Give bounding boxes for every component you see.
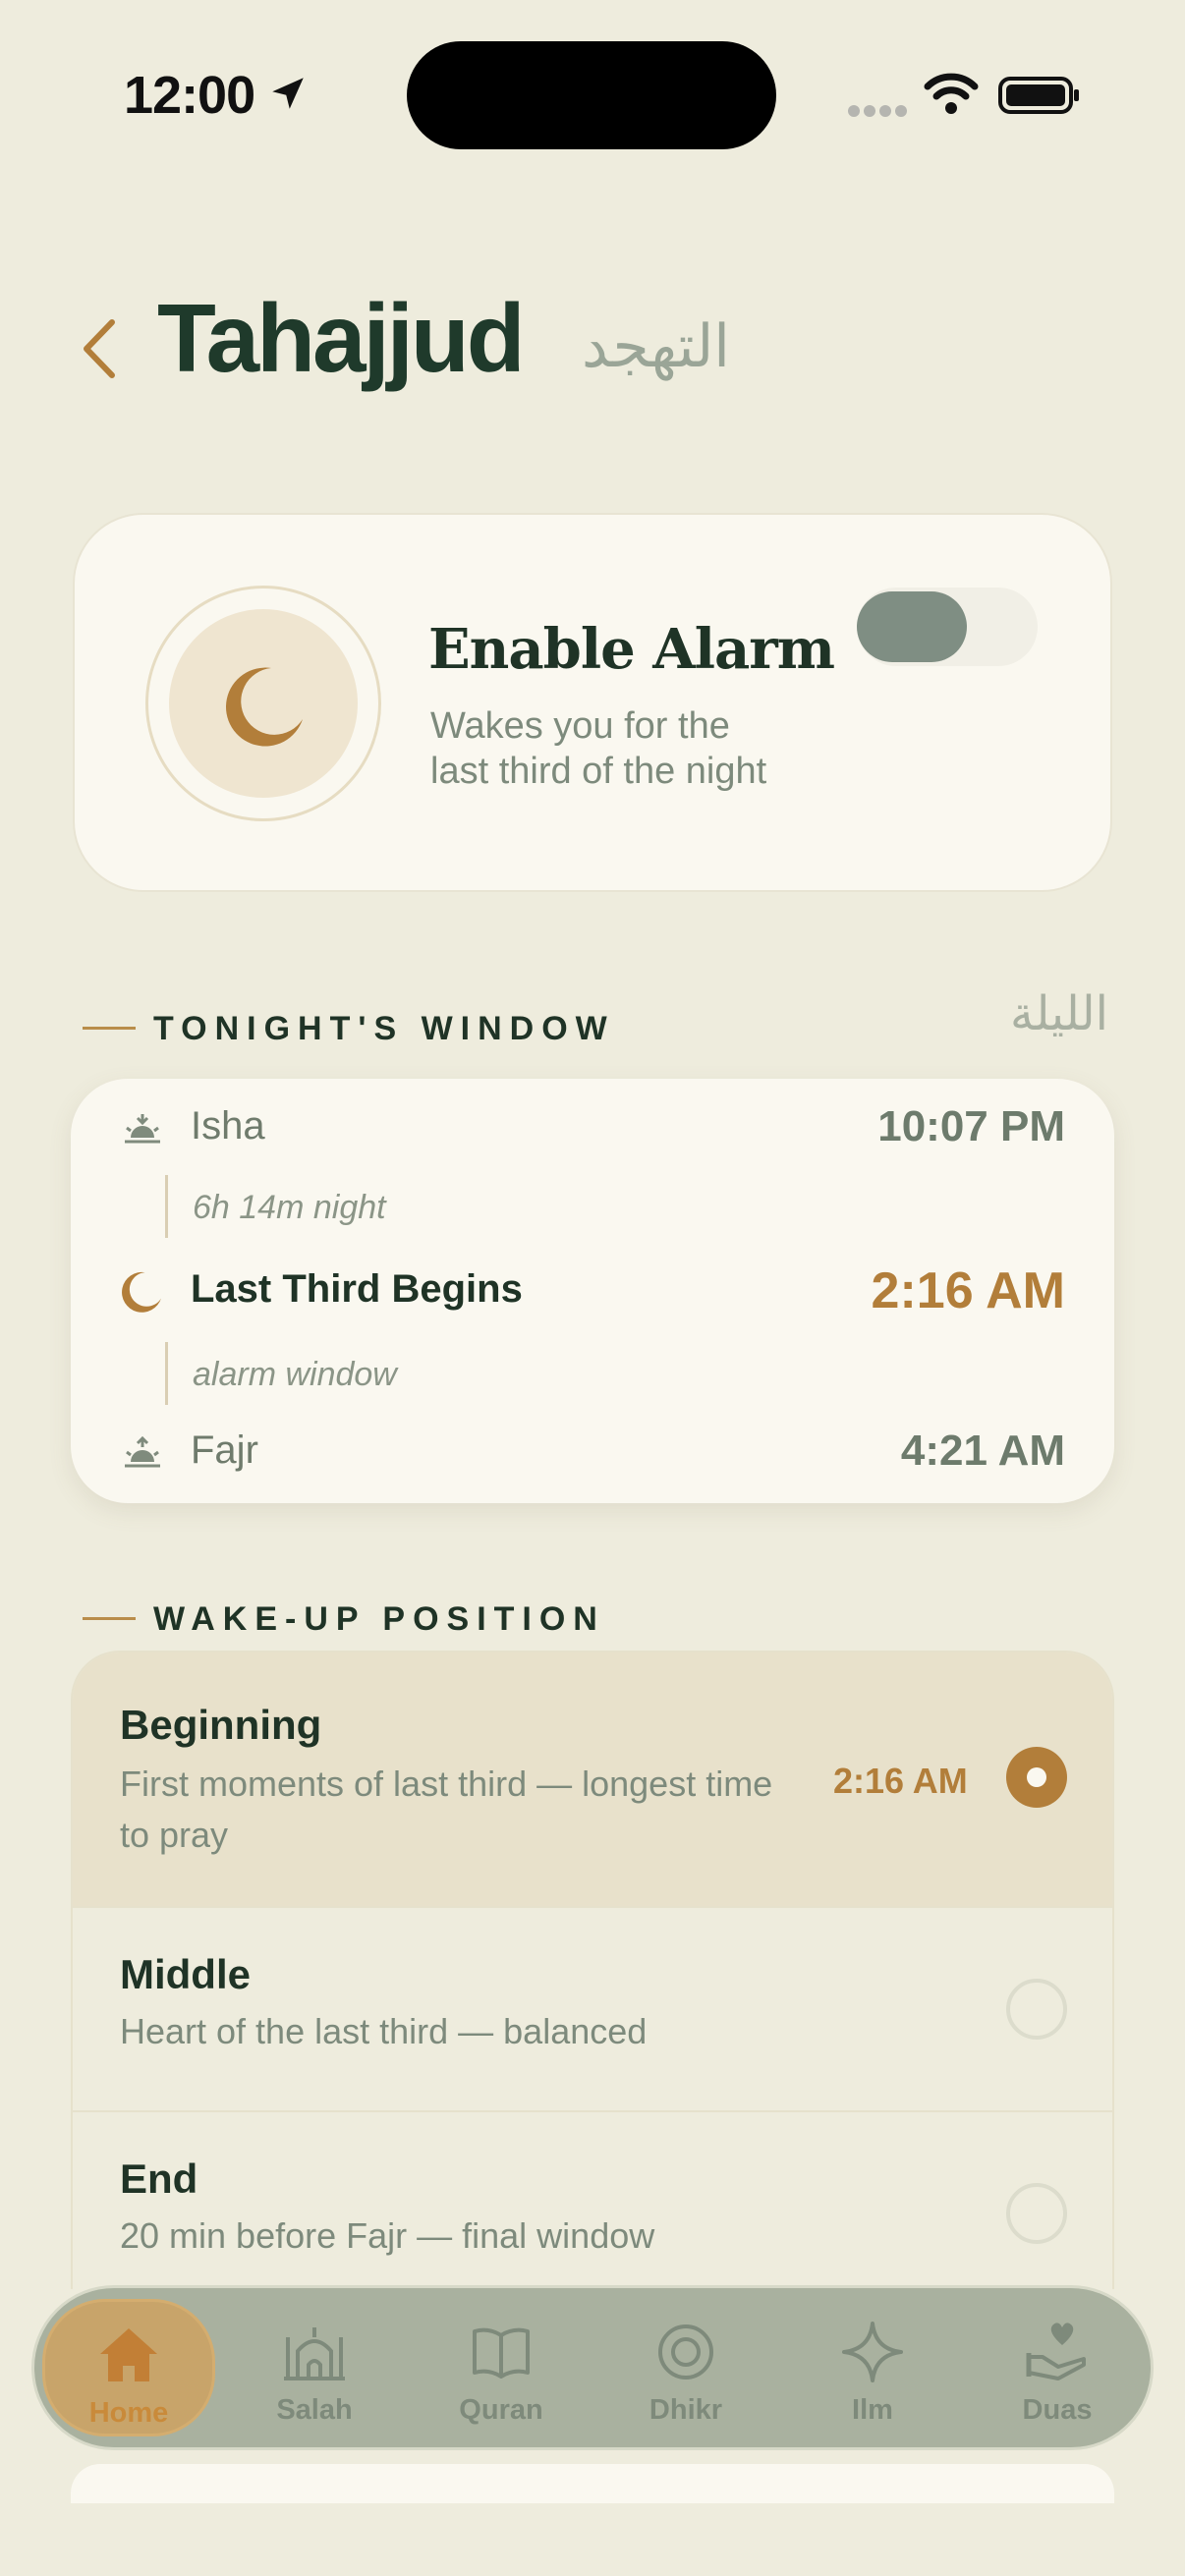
target-icon bbox=[658, 2324, 713, 2380]
page-title: Tahajjud bbox=[157, 284, 526, 392]
home-icon bbox=[100, 2328, 157, 2381]
option-title: End bbox=[120, 2156, 198, 2202]
dynamic-island bbox=[407, 41, 776, 149]
fajr-label: Fajr bbox=[191, 1428, 258, 1472]
tonight-window-card: Isha 10:07 PM 6h 14m night Last Third Be… bbox=[71, 1079, 1114, 1503]
hands-heart-icon bbox=[1026, 2323, 1086, 2380]
alarm-window-text: alarm window bbox=[193, 1356, 397, 1393]
tab-bar: Home Salah Quran Dhikr Ilm Duas bbox=[31, 2285, 1154, 2450]
option-title: Beginning bbox=[120, 1702, 322, 1748]
sparkle-icon bbox=[842, 2322, 903, 2382]
section-title-wake: WAKE-UP POSITION bbox=[153, 1600, 605, 1638]
section-accent-line bbox=[83, 1027, 136, 1030]
option-title: Middle bbox=[120, 1951, 251, 1997]
alarm-subtitle: Wakes you for the last third of the nigh… bbox=[430, 703, 882, 794]
moon-icon bbox=[122, 1271, 161, 1313]
section-accent-line bbox=[83, 1617, 136, 1620]
book-icon bbox=[473, 2327, 530, 2379]
option-description: 20 min before Fajr — final window bbox=[120, 2215, 655, 2256]
option-description: First moments of last third — longest ti… bbox=[120, 1764, 773, 1855]
isha-label: Isha bbox=[191, 1104, 265, 1148]
tab-salah[interactable]: Salah bbox=[221, 2288, 408, 2447]
location-arrow-icon bbox=[272, 78, 304, 109]
tab-label: Dhikr bbox=[649, 2394, 723, 2426]
isha-time: 10:07 PM bbox=[877, 1102, 1065, 1150]
sunset-icon bbox=[125, 1114, 160, 1144]
tab-ilm[interactable]: Ilm bbox=[779, 2288, 966, 2447]
night-length-text: 6h 14m night bbox=[193, 1189, 386, 1226]
tab-label: Duas bbox=[1022, 2394, 1093, 2426]
alarm-subtitle-line1: Wakes you for the bbox=[430, 705, 730, 747]
timeline-connector bbox=[165, 1342, 168, 1405]
sunrise-icon bbox=[125, 1435, 160, 1468]
next-card-peek bbox=[71, 2464, 1114, 2503]
section-title-tonight: TONIGHT'S WINDOW bbox=[153, 1010, 615, 1047]
battery-icon bbox=[998, 77, 1079, 114]
moon-icon bbox=[225, 667, 303, 747]
tab-label: Ilm bbox=[852, 2394, 893, 2426]
option-radio[interactable] bbox=[1006, 2183, 1067, 2244]
tab-label: Home bbox=[88, 2397, 169, 2429]
wifi-icon bbox=[924, 73, 979, 114]
back-chevron-icon[interactable] bbox=[79, 316, 120, 381]
last-third-time: 2:16 AM bbox=[871, 1262, 1065, 1319]
option-description: Heart of the last third — balanced bbox=[120, 2011, 648, 2051]
tab-label: Salah bbox=[276, 2394, 353, 2426]
signal-dots-icon bbox=[848, 105, 907, 117]
wake-option-middle[interactable]: Middle Heart of the last third — balance… bbox=[73, 1908, 1112, 2110]
wake-option-beginning[interactable]: Beginning First moments of last third — … bbox=[73, 1652, 1112, 1906]
alarm-title: Enable Alarm bbox=[428, 617, 835, 682]
option-radio[interactable] bbox=[1006, 1979, 1067, 2040]
fajr-time: 4:21 AM bbox=[900, 1427, 1065, 1475]
last-third-label: Last Third Begins bbox=[191, 1267, 523, 1311]
alarm-toggle[interactable] bbox=[857, 588, 1038, 666]
timeline-connector bbox=[165, 1175, 168, 1238]
status-time: 12:00 bbox=[124, 66, 255, 125]
tab-label: Quran bbox=[459, 2394, 543, 2426]
tab-duas[interactable]: Duas bbox=[964, 2288, 1151, 2447]
mosque-icon bbox=[284, 2327, 345, 2380]
option-time: 2:16 AM bbox=[833, 1761, 968, 1801]
section-title-tonight-arabic: الليلة bbox=[1010, 986, 1108, 1041]
wake-option-end[interactable]: End 20 min before Fajr — final window bbox=[73, 2112, 1112, 2289]
tab-home[interactable]: Home bbox=[42, 2299, 215, 2436]
page-title-arabic: التهجد bbox=[582, 312, 730, 381]
wake-position-list: Beginning First moments of last third — … bbox=[71, 1651, 1114, 2289]
alarm-card: Enable Alarm Wakes you for the last thir… bbox=[73, 513, 1112, 892]
tab-quran[interactable]: Quran bbox=[408, 2288, 594, 2447]
tab-dhikr[interactable]: Dhikr bbox=[592, 2288, 779, 2447]
alarm-subtitle-line2: last third of the night bbox=[430, 751, 767, 792]
option-radio-selected[interactable] bbox=[1006, 1747, 1067, 1808]
toggle-knob bbox=[857, 591, 967, 662]
